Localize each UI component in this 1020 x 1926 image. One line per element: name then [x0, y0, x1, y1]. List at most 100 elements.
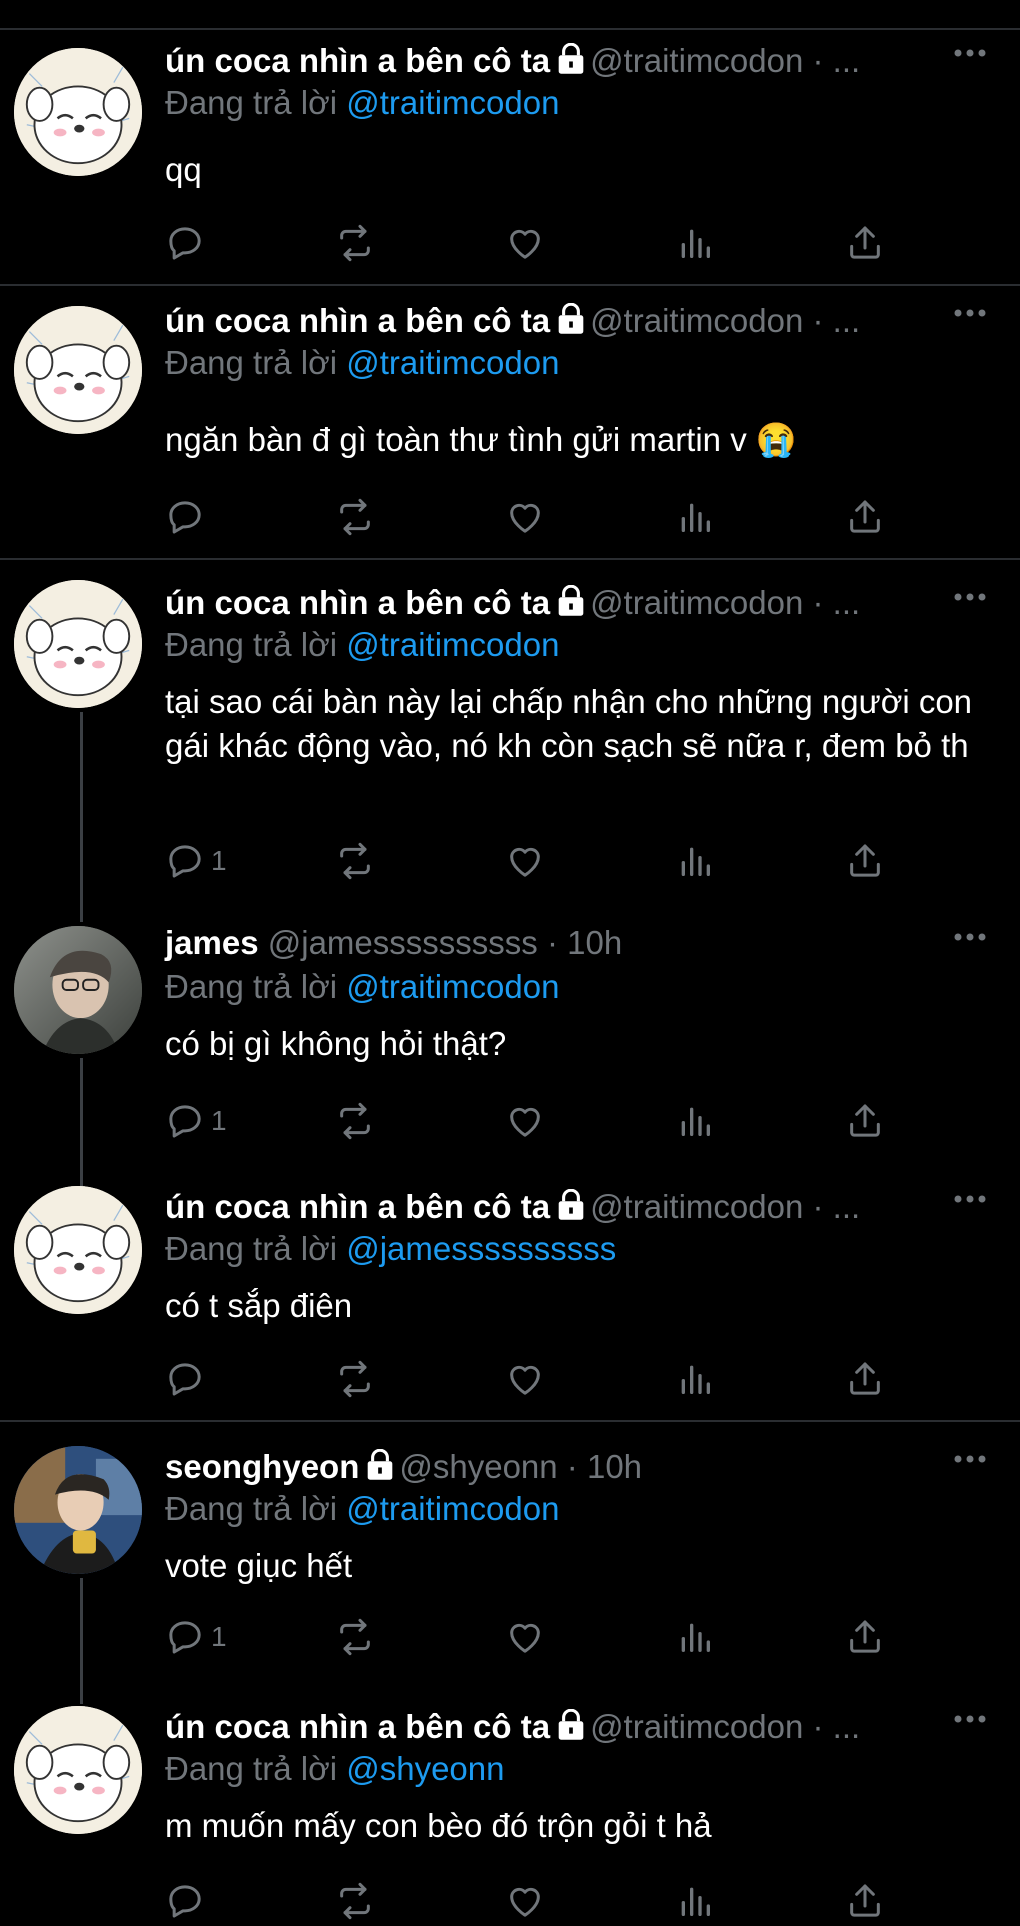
handle[interactable]: @traitimcodon: [590, 42, 803, 79]
display-name[interactable]: ún coca nhìn a bên cô ta: [165, 1708, 550, 1745]
reply-icon: [169, 845, 201, 878]
timestamp[interactable]: ...: [833, 1708, 861, 1745]
tweet[interactable]: ún coca nhìn a bên cô ta @traitimcodon · …: [0, 1180, 1020, 1420]
share-button[interactable]: [845, 492, 885, 542]
more-icon[interactable]: [950, 1184, 990, 1214]
views-icon: [681, 1107, 710, 1136]
share-icon: [850, 1362, 880, 1395]
tweet[interactable]: ún coca nhìn a bên cô ta @traitimcodon · …: [0, 562, 1020, 922]
replying-to-label: Đang trả lời: [165, 1750, 338, 1787]
more-icon[interactable]: [950, 582, 990, 612]
display-name[interactable]: ún coca nhìn a bên cô ta: [165, 302, 550, 339]
reply-button[interactable]: 1: [165, 836, 227, 886]
mention-link[interactable]: @jamessssssssss: [346, 1230, 616, 1267]
timestamp[interactable]: ...: [833, 584, 861, 621]
like-button[interactable]: [505, 1354, 545, 1404]
mention-link[interactable]: @traitimcodon: [346, 968, 559, 1005]
display-name[interactable]: james: [165, 924, 259, 961]
mention-link[interactable]: @traitimcodon: [346, 626, 559, 663]
retweet-button[interactable]: [335, 1612, 375, 1662]
avatar-seonghyeon[interactable]: [14, 1446, 142, 1574]
replying-to-label: Đang trả lời: [165, 84, 338, 121]
views-button[interactable]: [675, 1354, 715, 1404]
mention-link[interactable]: @traitimcodon: [346, 344, 559, 381]
share-icon: [850, 226, 880, 259]
timestamp[interactable]: ...: [833, 302, 861, 339]
reply-button[interactable]: [165, 492, 211, 542]
share-button[interactable]: [845, 1876, 885, 1926]
reply-count: 1: [211, 1105, 227, 1136]
display-name[interactable]: seonghyeon: [165, 1448, 359, 1485]
avatar-bear[interactable]: [14, 48, 142, 176]
reply-button[interactable]: [165, 1354, 211, 1404]
replying-to: Đang trả lời @traitimcodon: [165, 966, 559, 1008]
reply-button[interactable]: 1: [165, 1096, 227, 1146]
display-name[interactable]: ún coca nhìn a bên cô ta: [165, 42, 550, 79]
tweet[interactable]: seonghyeon @shyeonn · 10h Đang trả lời @t…: [0, 1428, 1020, 1704]
timestamp[interactable]: 10h: [567, 924, 622, 961]
handle[interactable]: @traitimcodon: [590, 584, 803, 621]
retweet-button[interactable]: [335, 836, 375, 886]
like-button[interactable]: [505, 1612, 545, 1662]
display-name[interactable]: ún coca nhìn a bên cô ta: [165, 1188, 550, 1225]
views-button[interactable]: [675, 1096, 715, 1146]
retweet-button[interactable]: [335, 1096, 375, 1146]
views-button[interactable]: [675, 492, 715, 542]
timestamp[interactable]: ...: [833, 42, 861, 79]
handle[interactable]: @jamessssssssss: [268, 924, 538, 961]
retweet-button[interactable]: [335, 492, 375, 542]
share-button[interactable]: [845, 1096, 885, 1146]
separator-dot: ·: [812, 42, 824, 79]
handle[interactable]: @traitimcodon: [590, 1188, 803, 1225]
share-button[interactable]: [845, 836, 885, 886]
divider: [0, 284, 1020, 286]
views-button[interactable]: [675, 218, 715, 268]
timestamp[interactable]: ...: [833, 1188, 861, 1225]
handle[interactable]: @traitimcodon: [590, 302, 803, 339]
bear-avatar-image: [14, 1706, 142, 1834]
avatar-bear[interactable]: [14, 580, 142, 708]
timestamp[interactable]: 10h: [587, 1448, 642, 1485]
retweet-button[interactable]: [335, 1876, 375, 1926]
share-button[interactable]: [845, 218, 885, 268]
more-icon[interactable]: [950, 922, 990, 952]
share-button[interactable]: [845, 1612, 885, 1662]
like-button[interactable]: [505, 1876, 545, 1926]
avatar-bear[interactable]: [14, 1706, 142, 1834]
mention-link[interactable]: @traitimcodon: [346, 1490, 559, 1527]
more-icon[interactable]: [950, 298, 990, 328]
like-button[interactable]: [505, 1096, 545, 1146]
share-button[interactable]: [845, 1354, 885, 1404]
mention-link[interactable]: @shyeonn: [346, 1750, 504, 1787]
retweet-button[interactable]: [335, 1354, 375, 1404]
views-button[interactable]: [675, 836, 715, 886]
more-icon[interactable]: [950, 1704, 990, 1734]
retweet-button[interactable]: [335, 218, 375, 268]
like-button[interactable]: [505, 492, 545, 542]
avatar-bear[interactable]: [14, 1186, 142, 1314]
like-button[interactable]: [505, 836, 545, 886]
views-button[interactable]: [675, 1876, 715, 1926]
mention-link[interactable]: @traitimcodon: [346, 84, 559, 121]
avatar-bear[interactable]: [14, 306, 142, 434]
lock-icon: [558, 1189, 584, 1220]
avatar-james[interactable]: [14, 926, 142, 1054]
more-icon[interactable]: [950, 1444, 990, 1474]
views-button[interactable]: [675, 1612, 715, 1662]
replying-to-label: Đang trả lời: [165, 1230, 338, 1267]
tweet[interactable]: james @jamessssssssss · 10h Đang trả lời…: [0, 922, 1020, 1180]
bear-avatar-image: [14, 1186, 142, 1314]
tweet-text: ngăn bàn đ gì toàn thư tình gửi martin v…: [165, 421, 797, 458]
tweet[interactable]: ún coca nhìn a bên cô ta @traitimcodon · …: [0, 290, 1020, 558]
tweet[interactable]: ún coca nhìn a bên cô ta @traitimcodon · …: [0, 1700, 1020, 1920]
more-icon[interactable]: [950, 38, 990, 68]
like-button[interactable]: [505, 218, 545, 268]
replying-to: Đang trả lời @traitimcodon: [165, 342, 559, 384]
handle[interactable]: @traitimcodon: [590, 1708, 803, 1745]
reply-button[interactable]: [165, 218, 211, 268]
reply-button[interactable]: [165, 1876, 211, 1926]
handle[interactable]: @shyeonn: [399, 1448, 557, 1485]
tweet[interactable]: ún coca nhìn a bên cô ta @traitimcodon · …: [0, 30, 1020, 282]
reply-button[interactable]: 1: [165, 1612, 227, 1662]
display-name[interactable]: ún coca nhìn a bên cô ta: [165, 584, 550, 621]
